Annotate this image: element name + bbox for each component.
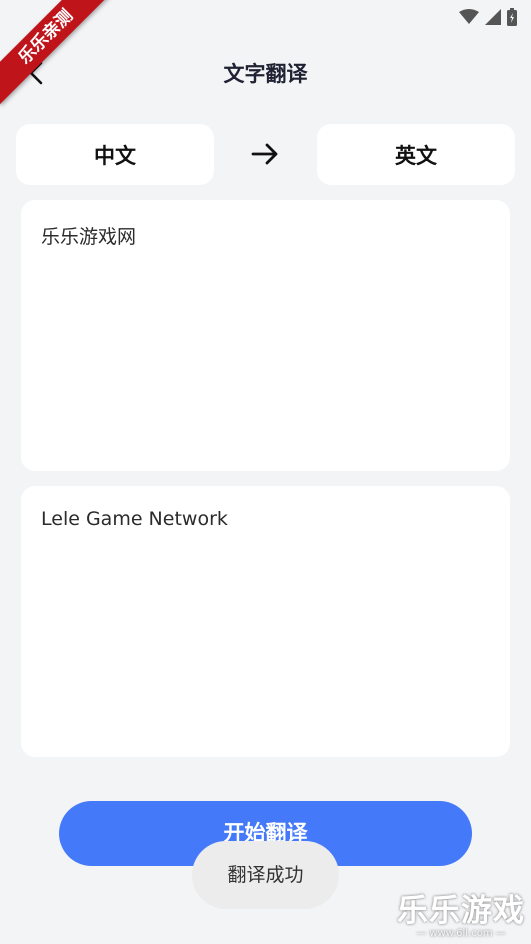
success-toast: 翻译成功 [192, 841, 339, 909]
source-text-input[interactable]: 乐乐游戏网 [21, 200, 510, 471]
page-title: 文字翻译 [223, 62, 308, 86]
target-language-label: 英文 [395, 143, 437, 168]
source-language-selector[interactable]: 中文 [16, 124, 214, 185]
right-arrow-icon[interactable] [250, 139, 280, 169]
watermark-title: 乐乐游戏 [397, 893, 525, 929]
status-icons [459, 8, 517, 26]
app-header: 文字翻译 [0, 50, 531, 96]
target-language-selector[interactable]: 英文 [317, 124, 515, 185]
watermark-url: — www.6ll.com — [416, 928, 506, 939]
source-language-label: 中文 [94, 143, 136, 168]
watermark: 乐乐游戏 — www.6ll.com — [397, 894, 525, 940]
source-text: 乐乐游戏网 [41, 226, 137, 248]
signal-icon [485, 9, 501, 25]
translated-text: Lele Game Network [41, 508, 228, 530]
battery-icon [507, 8, 517, 26]
translation-output: Lele Game Network [21, 486, 510, 757]
wifi-icon [459, 9, 479, 24]
